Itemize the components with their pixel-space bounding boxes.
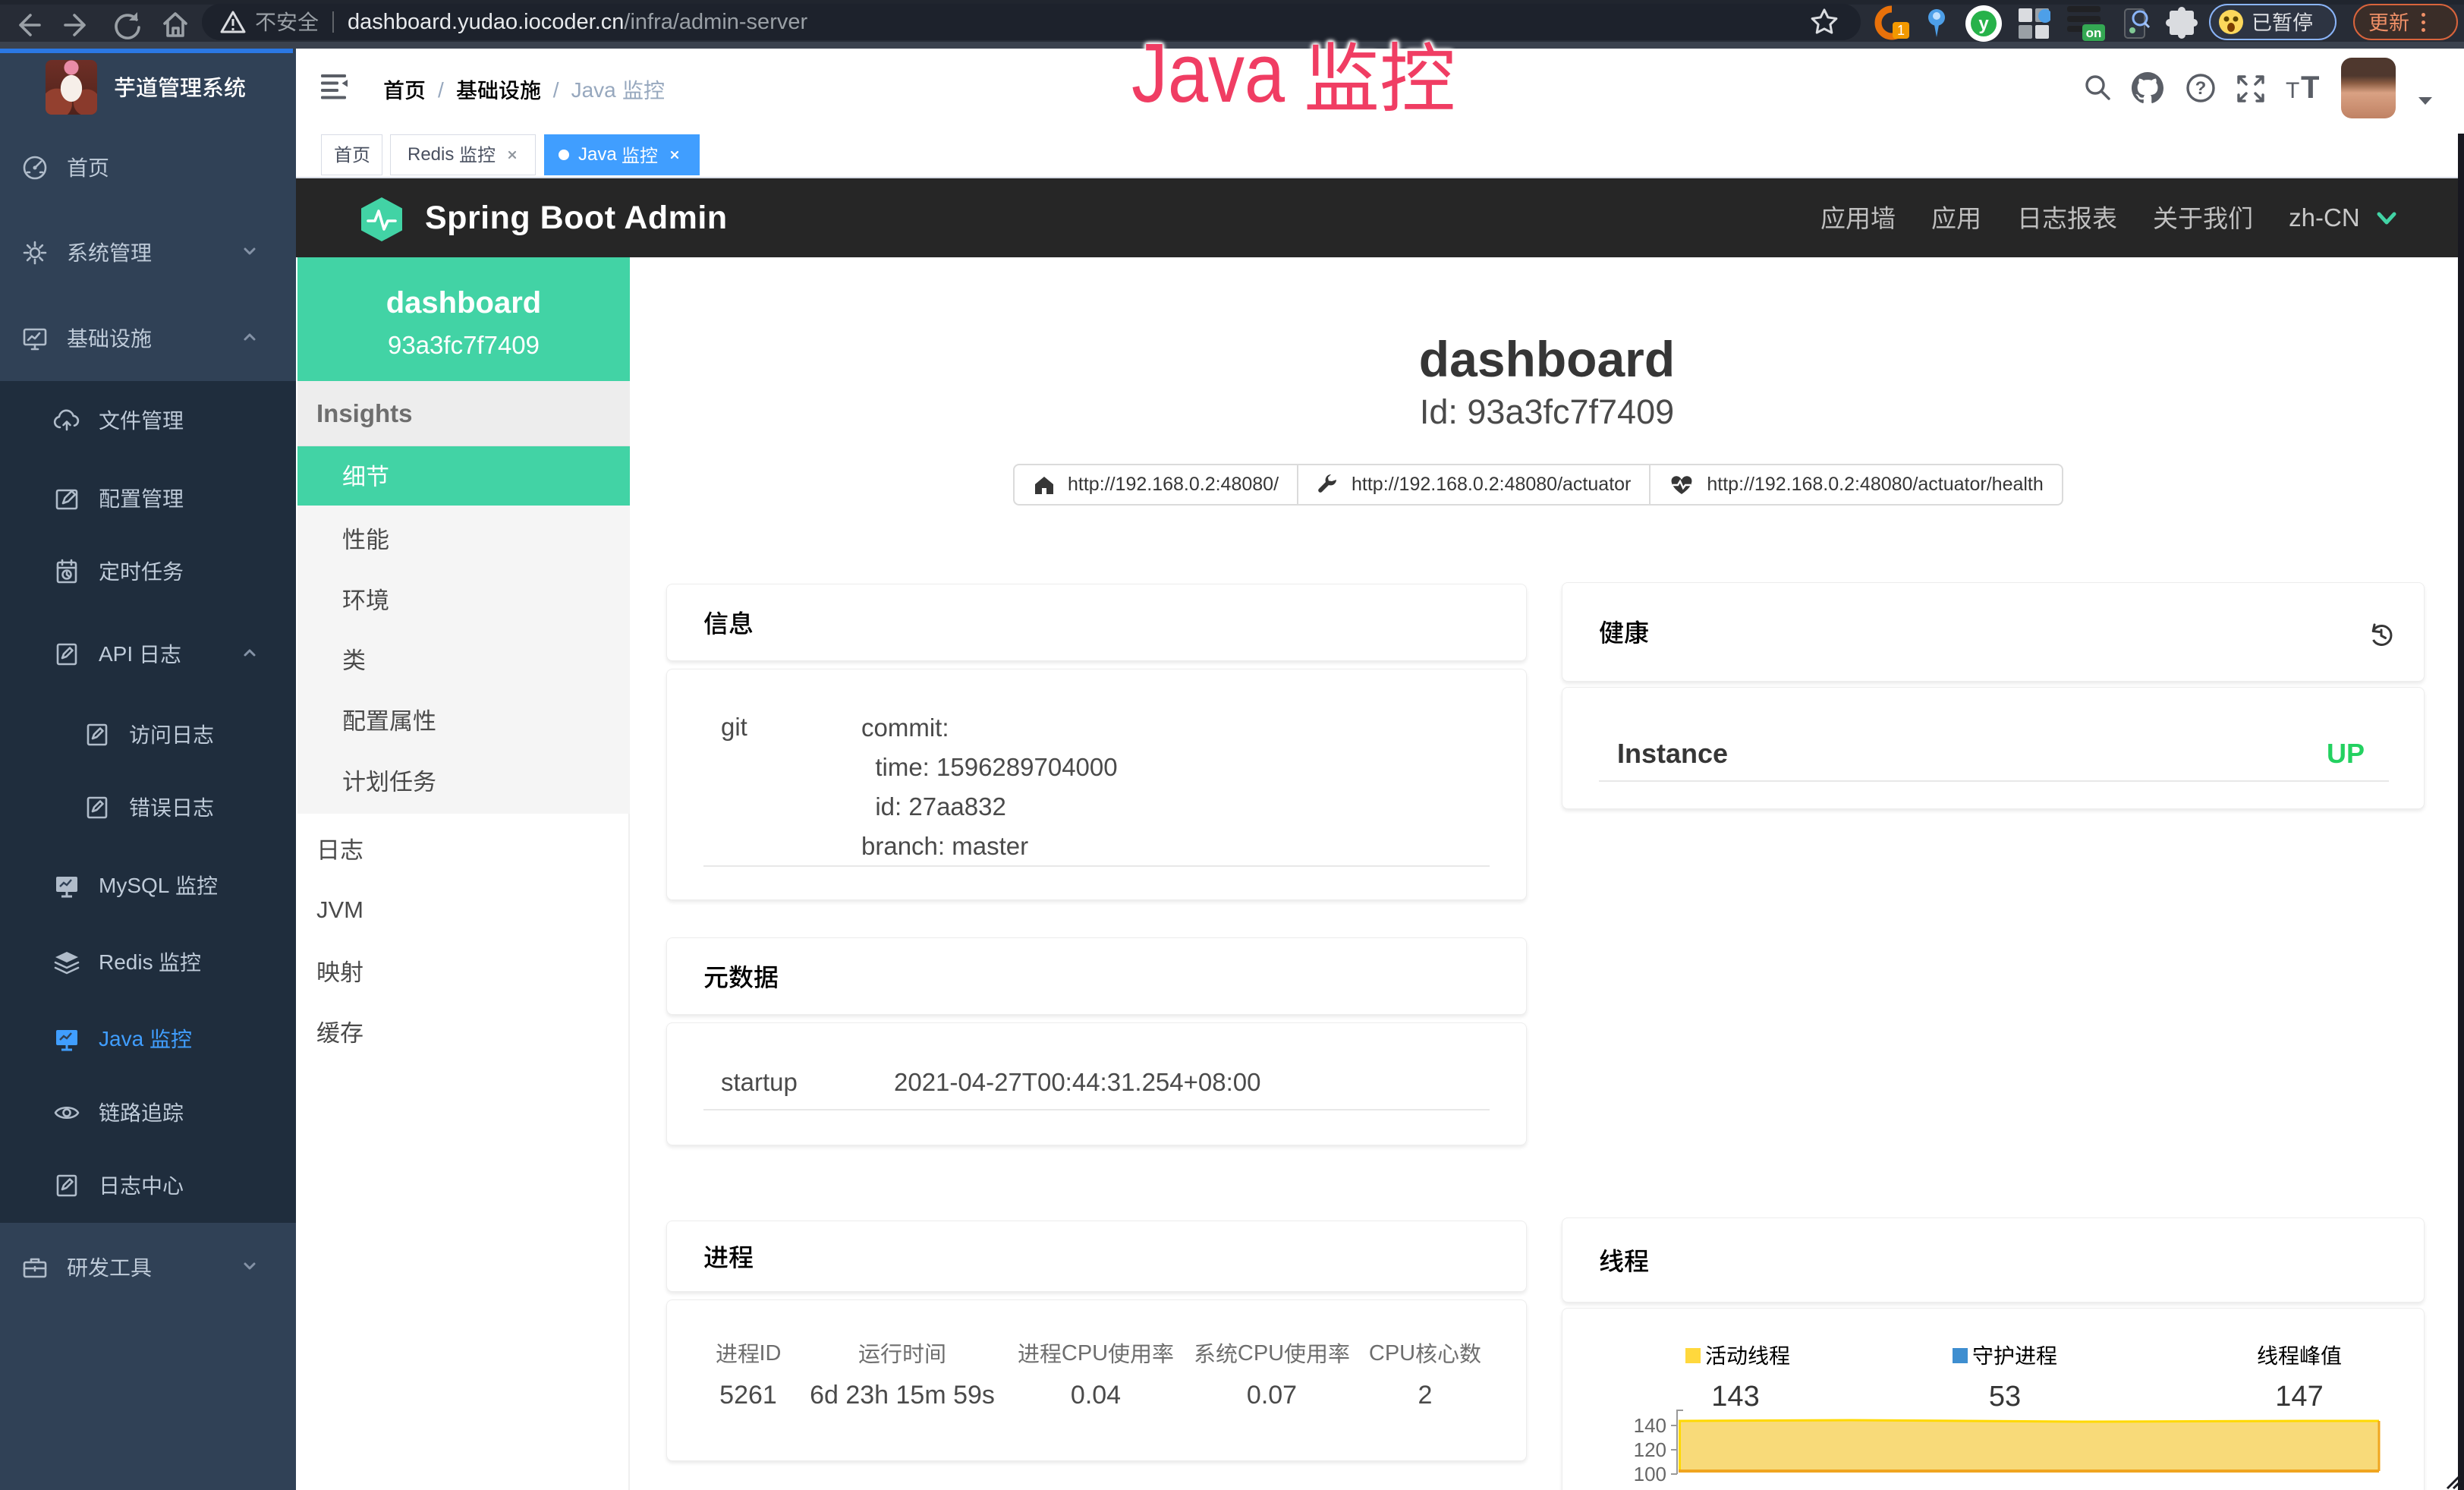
svg-text:120: 120 xyxy=(1634,1438,1666,1461)
svg-text:on: on xyxy=(2086,26,2102,40)
svg-text:100: 100 xyxy=(1634,1463,1666,1485)
svg-text:140: 140 xyxy=(1634,1414,1666,1437)
svg-text:T: T xyxy=(2301,72,2319,102)
svg-text:T: T xyxy=(2286,78,2299,102)
svg-text:?: ? xyxy=(2195,78,2207,99)
svg-text:y: y xyxy=(1978,14,1989,34)
svg-text:1: 1 xyxy=(1897,23,1905,38)
